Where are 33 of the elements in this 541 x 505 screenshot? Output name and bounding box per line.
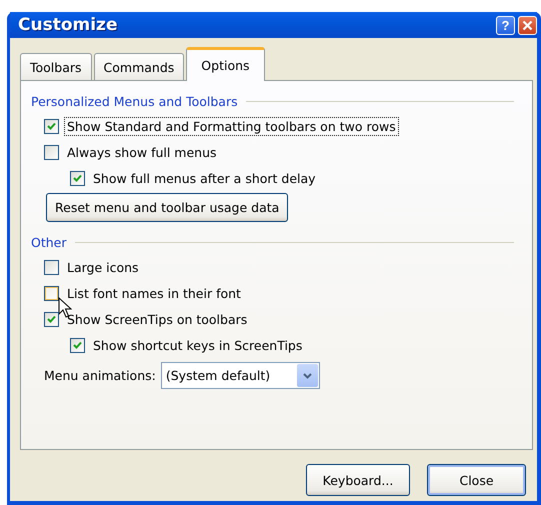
- check-icon: [47, 314, 56, 324]
- checkbox-label[interactable]: List font names in their font: [64, 284, 244, 302]
- checkbox[interactable]: [70, 338, 85, 352]
- tab[interactable]: Toolbars: [20, 53, 92, 80]
- help-button[interactable]: ?: [496, 16, 515, 34]
- checkbox[interactable]: [44, 286, 59, 300]
- dropdown[interactable]: (System default): [160, 362, 320, 389]
- checkbox[interactable]: [70, 170, 85, 186]
- keyboard-button[interactable]: Keyboard...: [306, 464, 410, 496]
- checkbox-label[interactable]: Show ScreenTips on toolbars: [64, 310, 250, 328]
- checkbox-label[interactable]: Show full menus after a short delay: [90, 168, 319, 188]
- check-icon: [73, 340, 82, 350]
- check-icon: [47, 122, 56, 130]
- checkbox-label[interactable]: Large icons: [64, 258, 142, 276]
- chevron-down-icon: [302, 372, 312, 378]
- checkbox[interactable]: [44, 144, 59, 160]
- tab[interactable]: Options: [186, 47, 265, 81]
- checkbox-label[interactable]: Always show full menus: [64, 142, 220, 162]
- check-icon: [73, 174, 82, 182]
- checkbox[interactable]: [44, 260, 59, 274]
- reset-button[interactable]: Reset menu and toolbar usage data: [46, 193, 288, 222]
- section-heading: Personalized Menus and Toolbars: [31, 94, 238, 108]
- checkbox[interactable]: [44, 312, 59, 326]
- tab[interactable]: Commands: [94, 53, 184, 80]
- dropdown-label: Menu animations:: [44, 368, 156, 383]
- checkbox[interactable]: [44, 118, 59, 134]
- window-title: Customize: [18, 15, 118, 35]
- section-heading: Other: [31, 234, 66, 250]
- checkbox-label[interactable]: Show shortcut keys in ScreenTips: [90, 336, 306, 354]
- close-icon: [522, 20, 533, 30]
- close-button[interactable]: [518, 16, 537, 34]
- checkbox-label[interactable]: Show Standard and Formatting toolbars on two rows: [64, 116, 399, 136]
- close-dialog-button[interactable]: Close: [427, 464, 526, 496]
